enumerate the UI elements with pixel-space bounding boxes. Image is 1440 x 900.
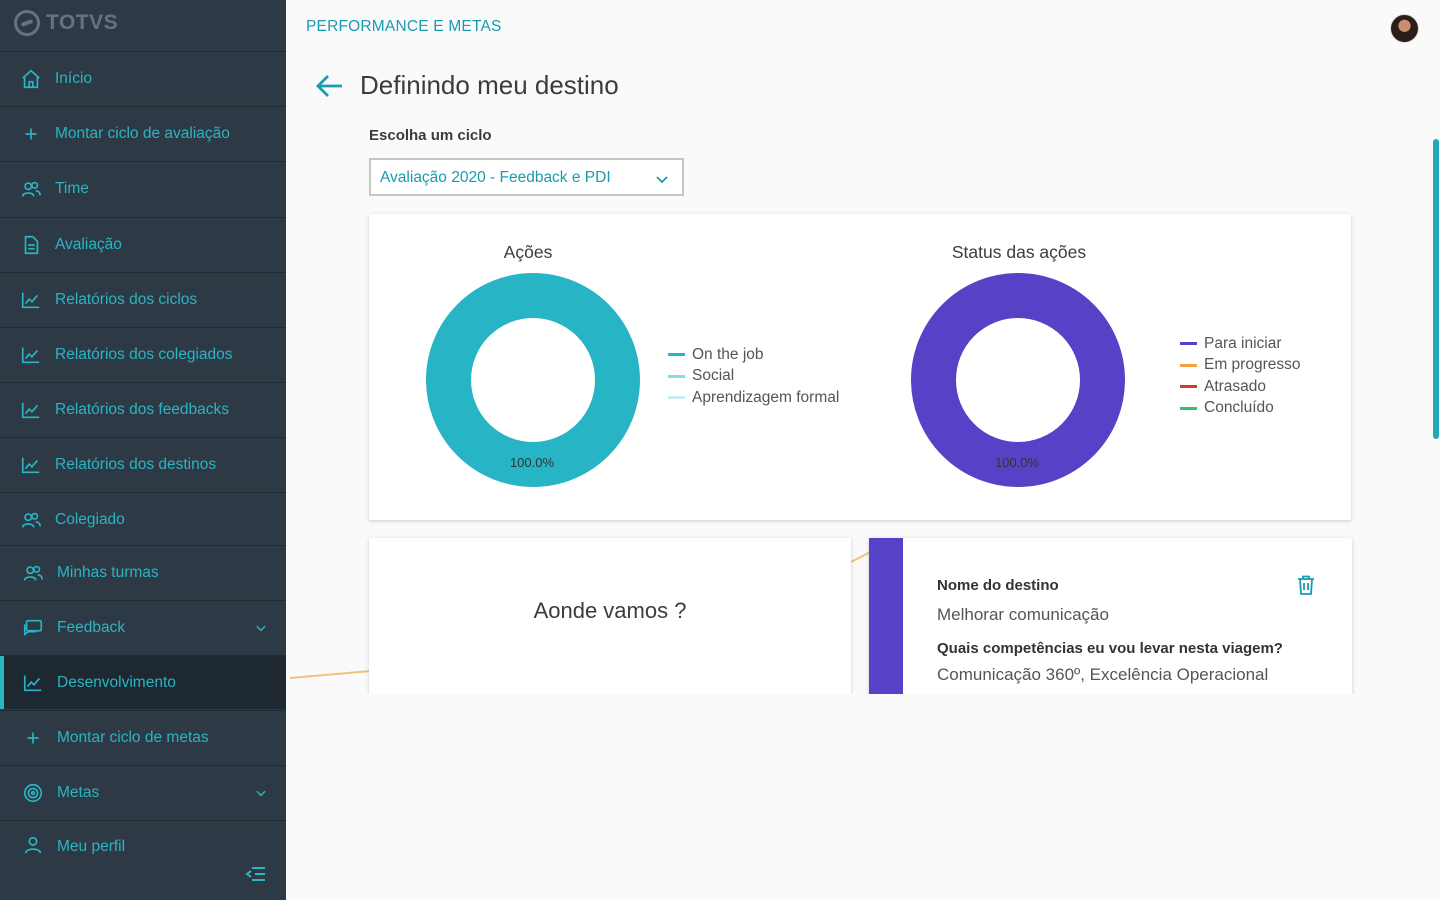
- sidebar: TOTVS Início Montar ciclo de avaliação T…: [0, 0, 286, 900]
- totvs-logo-icon: [14, 10, 40, 36]
- home-icon: [20, 68, 42, 90]
- sidebar-item-colegiado[interactable]: Colegiado: [0, 492, 286, 546]
- totvs-logo[interactable]: TOTVS: [14, 8, 118, 38]
- sidebar-item-relatorios-ciclos[interactable]: Relatórios dos ciclos: [0, 272, 286, 326]
- slice-on-the-job[interactable]: [426, 273, 640, 487]
- sidebar-item-label: Relatórios dos colegiados: [55, 345, 233, 363]
- legend-swatch: [668, 396, 685, 400]
- cycle-label: Escolha um ciclo: [369, 127, 492, 144]
- slice-label: 100.0%: [509, 455, 555, 470]
- chat-icon: [22, 617, 44, 639]
- page-title: Definindo meu destino: [360, 70, 619, 100]
- sidebar-item-label: Metas: [57, 783, 100, 801]
- app-title: PERFORMANCE E METAS: [306, 18, 502, 35]
- chart-icon: [20, 344, 42, 366]
- sidebar-item-label: Relatórios dos destinos: [55, 455, 217, 473]
- destination-name-value: Melhorar comunicação: [937, 605, 1109, 624]
- legend-item[interactable]: Social: [668, 366, 839, 388]
- sidebar-item-desenvolvimento[interactable]: Desenvolvimento: [0, 655, 286, 709]
- plus-icon: [22, 727, 44, 749]
- sidebar-item-label: Feedback: [57, 618, 126, 636]
- legend-label: Atrasado: [1204, 377, 1267, 395]
- sidebar-item-label: Início: [55, 69, 93, 87]
- legend-label: Concluído: [1204, 399, 1274, 417]
- sidebar-item-label: Relatórios dos feedbacks: [55, 400, 230, 418]
- legend-swatch: [1180, 363, 1197, 367]
- chart-icon: [20, 399, 42, 421]
- legend-label: Em progresso: [1204, 356, 1301, 374]
- collapse-menu-icon[interactable]: [244, 863, 268, 885]
- destination-name-label: Nome do destino: [937, 577, 1059, 594]
- target-icon: [22, 782, 44, 804]
- legend-status: Para iniciar Em progresso Atrasado Concluíd…: [1180, 333, 1300, 419]
- competencies-answer: Comunicação 360º, Excelência Operacional: [937, 665, 1269, 684]
- sidebar-item-label: Montar ciclo de metas: [57, 728, 209, 746]
- user-avatar[interactable]: [1390, 14, 1419, 43]
- sidebar-item-minhas-turmas[interactable]: Minhas turmas: [0, 545, 286, 599]
- sidebar-item-label: Relatórios dos ciclos: [55, 290, 198, 308]
- sidebar-item-relatorios-feedbacks[interactable]: Relatórios dos feedbacks: [0, 382, 286, 436]
- users-icon: [20, 509, 42, 531]
- user-icon: [22, 834, 44, 854]
- legend-item[interactable]: Atrasado: [1180, 376, 1300, 398]
- sidebar-item-feedback[interactable]: Feedback: [0, 600, 286, 654]
- legend-swatch: [1180, 406, 1197, 410]
- chevron-down-icon: [254, 786, 268, 800]
- cycle-select[interactable]: Avaliação 2020 - Feedback e PDI: [369, 158, 684, 196]
- slice-label: 100.0%: [994, 455, 1040, 470]
- chart-icon: [22, 672, 44, 694]
- cycle-select-value: Avaliação 2020 - Feedback e PDI: [380, 169, 611, 186]
- sidebar-item-label: Time: [55, 179, 89, 197]
- legend-item[interactable]: On the job: [668, 344, 839, 366]
- plus-icon: [20, 123, 42, 145]
- legend-label: On the job: [692, 345, 764, 363]
- chart-title: Status das ações: [951, 242, 1087, 262]
- sidebar-item-time[interactable]: Time: [0, 161, 286, 215]
- users-icon: [22, 562, 44, 584]
- sidebar-item-label: Avaliação: [55, 235, 122, 253]
- sidebar-item-label: Meu perfil: [57, 838, 126, 854]
- sidebar-item-montar-ciclo-avaliacao[interactable]: Montar ciclo de avaliação: [0, 106, 286, 160]
- where-title: Aonde vamos ?: [533, 598, 687, 623]
- chevron-down-icon: [656, 172, 668, 184]
- chart-title: Ações: [503, 242, 553, 262]
- slice-para-iniciar[interactable]: [911, 273, 1125, 487]
- chart-icon: [20, 289, 42, 311]
- legend-label: Para iniciar: [1204, 334, 1282, 352]
- legend-swatch: [1180, 385, 1197, 389]
- scrollbar[interactable]: [1433, 139, 1439, 439]
- logo-text: TOTVS: [46, 11, 119, 34]
- legend-swatch: [668, 374, 685, 378]
- users-icon: [20, 178, 42, 200]
- legend-item[interactable]: Em progresso: [1180, 355, 1300, 377]
- legend-label: Aprendizagem formal: [692, 388, 840, 406]
- trash-icon[interactable]: [1297, 575, 1315, 595]
- legend-swatch: [1180, 342, 1197, 346]
- sidebar-item-label: Minhas turmas: [57, 563, 159, 581]
- sidebar-item-label: Colegiado: [55, 510, 125, 528]
- competencies-question: Quais competências eu vou levar nesta vi…: [937, 640, 1283, 657]
- content-cutoff: [286, 694, 1440, 900]
- legend-item[interactable]: Aprendizagem formal: [668, 387, 839, 409]
- sidebar-item-inicio[interactable]: Início: [0, 51, 286, 105]
- chart-icon: [20, 454, 42, 476]
- charts-card: Ações 100.0% On the job Social Aprendizage…: [369, 214, 1351, 520]
- legend-item[interactable]: Para iniciar: [1180, 333, 1300, 355]
- sidebar-item-metas[interactable]: Metas: [0, 765, 286, 819]
- document-icon: [20, 234, 42, 256]
- back-arrow-icon[interactable]: [314, 72, 344, 100]
- legend-item[interactable]: Concluído: [1180, 398, 1300, 420]
- sidebar-item-avaliacao[interactable]: Avaliação: [0, 217, 286, 271]
- legend-label: Social: [692, 367, 735, 385]
- sidebar-item-label: Desenvolvimento: [57, 673, 176, 691]
- sidebar-item-meu-perfil[interactable]: Meu perfil: [0, 820, 286, 854]
- legend-swatch: [668, 353, 685, 357]
- sidebar-item-relatorios-colegiados[interactable]: Relatórios dos colegiados: [0, 327, 286, 381]
- sidebar-item-montar-ciclo-metas[interactable]: Montar ciclo de metas: [0, 710, 286, 764]
- legend-acoes: On the job Social Aprendizagem formal: [668, 344, 839, 409]
- chevron-down-icon: [254, 621, 268, 635]
- sidebar-item-relatorios-destinos[interactable]: Relatórios dos destinos: [0, 437, 286, 491]
- sidebar-item-label: Montar ciclo de avaliação: [55, 124, 230, 142]
